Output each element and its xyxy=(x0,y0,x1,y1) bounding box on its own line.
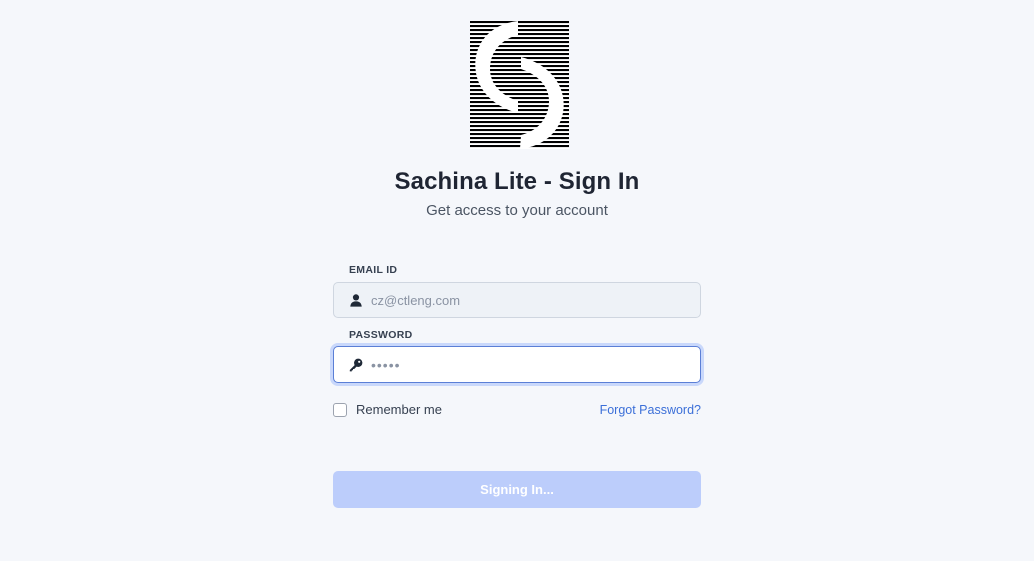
key-icon xyxy=(349,358,363,372)
email-input[interactable] xyxy=(371,292,681,308)
sachina-logo xyxy=(470,21,569,149)
sign-in-button[interactable]: Signing In... xyxy=(333,471,701,508)
sign-in-page: Sachina Lite - Sign In Get access to you… xyxy=(0,0,1034,561)
email-field-wrapper[interactable] xyxy=(333,282,701,318)
page-subtitle: Get access to your account xyxy=(426,202,608,219)
password-input[interactable] xyxy=(371,356,681,373)
password-field-wrapper[interactable] xyxy=(333,346,701,383)
page-title: Sachina Lite - Sign In xyxy=(394,168,640,195)
forgot-password-link[interactable]: Forgot Password? xyxy=(600,403,701,417)
remember-me[interactable]: Remember me xyxy=(333,402,442,417)
remember-me-label: Remember me xyxy=(356,402,442,417)
password-label: PASSWORD xyxy=(349,329,413,341)
remember-me-checkbox[interactable] xyxy=(333,402,347,417)
user-icon xyxy=(349,293,363,307)
email-label: EMAIL ID xyxy=(349,264,398,276)
